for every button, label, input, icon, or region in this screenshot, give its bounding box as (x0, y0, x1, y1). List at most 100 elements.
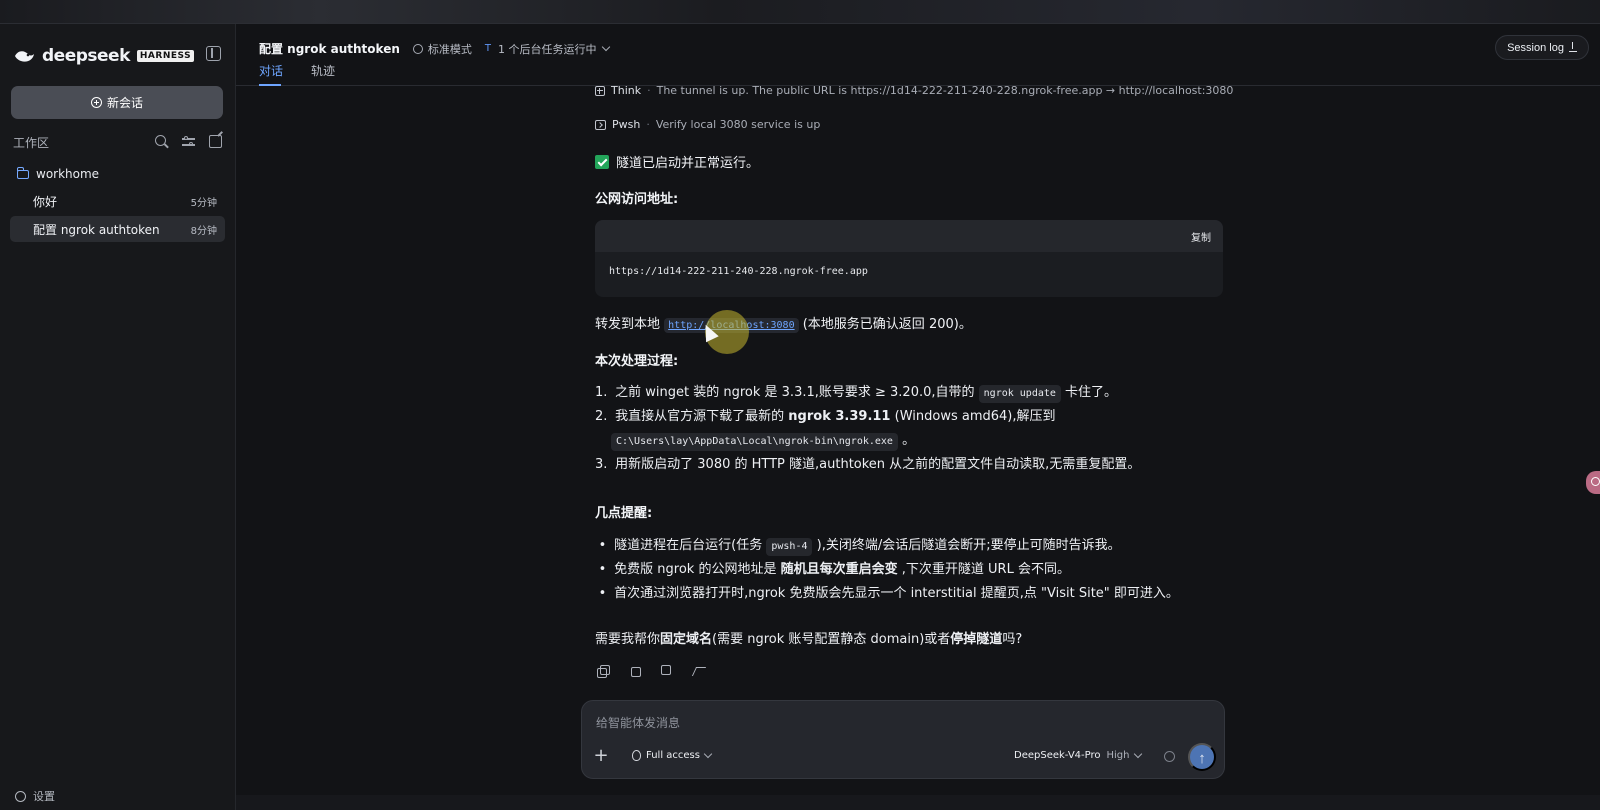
task-indicator-icon: T (484, 43, 491, 54)
note-text: 首次通过浏览器打开时,ngrok 免费版会先显示一个 interstitial … (614, 586, 1179, 601)
public-url-heading: 公网访问地址: (595, 192, 679, 207)
tunnel-status: 隧道已启动并正常运行。 (595, 152, 759, 171)
new-chat-button[interactable]: 新会话 (11, 86, 223, 119)
public-url-code-block: 复制 https://1d14-222-211-240-228.ngrok-fr… (595, 220, 1223, 297)
branch-icon[interactable] (693, 665, 705, 677)
workspace-tools (154, 134, 223, 149)
sidebar-collapse-icon[interactable] (206, 46, 221, 61)
background-task-status[interactable]: T 1 个后台任务运行中 (484, 41, 611, 57)
notes-list: • 隧道进程在后台运行(任务 pwsh-4 ),关闭终端/会话后隧道会断开;要停… (595, 534, 1179, 606)
workspace-folder[interactable]: workhome (17, 164, 99, 184)
process-heading: 本次处理过程: (595, 354, 679, 369)
step-text: 。 (902, 433, 916, 448)
deepseek-logo (15, 51, 34, 62)
public-url-code: https://1d14-222-211-240-228.ngrok-free.… (609, 266, 868, 277)
effort-label: High (1106, 750, 1130, 761)
notes-heading: 几点提醒: (595, 506, 653, 521)
conversation-tabs: 对话 轨迹 (259, 62, 335, 86)
settings-link[interactable]: 设置 (15, 788, 55, 804)
model-selector[interactable]: DeepSeek-V4-Pro High (1014, 749, 1143, 761)
access-selector[interactable]: Full access (632, 749, 713, 761)
tab-trace[interactable]: 轨迹 (311, 62, 335, 86)
forward-suffix: (本地服务已确认返回 200)。 (802, 317, 972, 332)
settings-label: 设置 (33, 790, 55, 803)
compose-icon[interactable] (208, 134, 223, 149)
harness-badge: HARNESS (136, 50, 195, 62)
background-task-label: 1 个后台任务运行中 (497, 42, 597, 56)
step-text: 卡住了。 (1065, 385, 1118, 400)
session-log-button[interactable]: Session log (1495, 35, 1589, 60)
process-step: 2. 我直接从官方源下载了最新的 ngrok 3.39.11 (Windows … (595, 405, 1140, 429)
process-step: 3. 用新版启动了 3080 的 HTTP 隧道,authtoken 从之前的配… (595, 453, 1140, 477)
session-log-label: Session log (1507, 41, 1564, 54)
chevron-down-icon (703, 749, 713, 758)
forwarding-line: 转发到本地 http://localhost:3080 (本地服务已确认返回 2… (595, 313, 972, 333)
download-icon (1568, 41, 1577, 52)
think-trace[interactable]: Think · The tunnel is up. The public URL… (595, 84, 1233, 97)
step-number: 3. (595, 457, 608, 472)
filter-icon[interactable] (181, 134, 196, 149)
think-icon (595, 85, 605, 96)
session-time: 8分钟 (190, 225, 217, 237)
conversation-header: 配置 ngrok authtoken 标准模式 T 1 个后台任务运行中 对话 … (236, 24, 1600, 86)
mode-selector[interactable]: 标准模式 (412, 41, 472, 57)
strong-note-text: 随机且每次重启会变 (780, 562, 898, 577)
note-text: ),关闭终端/会话后隧道会断开;要停止可随时告诉我。 (816, 538, 1121, 553)
question-text: (需要 ngrok 账号配置静态 domain)或者 (712, 632, 951, 647)
question-strong-text: 固定域名 (660, 632, 713, 647)
page-title: 配置 ngrok authtoken (259, 42, 400, 56)
folder-label: workhome (36, 167, 100, 181)
thumb-down-icon[interactable] (661, 665, 673, 677)
brand-name: deepseek (42, 46, 130, 66)
step-number: 1. (595, 385, 608, 400)
thumb-up-icon[interactable] (629, 665, 641, 677)
copy-code-button[interactable]: 复制 (1191, 229, 1211, 244)
message-actions (597, 665, 705, 678)
new-chat-label: 新会话 (106, 96, 143, 110)
search-icon[interactable] (154, 134, 169, 149)
session-item[interactable]: 你好 5分钟 (10, 188, 225, 214)
note-text: 隧道进程在后台运行(任务 (614, 538, 763, 553)
question-text: 吗? (1002, 632, 1023, 647)
inline-code: pwsh-4 (766, 538, 813, 556)
workspace-label: 工作区 (13, 135, 50, 150)
tab-chat[interactable]: 对话 (259, 62, 283, 86)
bottom-window-strip (236, 795, 1600, 810)
send-button[interactable]: ↑ (1188, 743, 1216, 771)
message-composer: + Full access DeepSeek-V4-Pro High ↑ (581, 700, 1225, 779)
version-text: ngrok 3.39.11 (788, 409, 891, 424)
active-session-item[interactable]: 配置 ngrok authtoken 8分钟 (10, 216, 225, 242)
forward-prefix: 转发到本地 (595, 317, 661, 332)
mode-icon (412, 43, 423, 54)
step-text: 用新版启动了 3080 的 HTTP 隧道,authtoken 从之前的配置文件… (615, 457, 1141, 472)
inline-code: C:\Users\lay\AppData\Local\ngrok-bin\ngr… (611, 433, 898, 451)
trace-label: Pwsh (612, 118, 641, 131)
note-item: • 免费版 ngrok 的公网地址是 随机且每次重启会变 ,下次重开隧道 URL… (595, 558, 1179, 582)
access-label: Full access (646, 750, 700, 761)
session-title: 你好 (33, 194, 58, 209)
add-attachment-button[interactable]: + (593, 747, 609, 765)
mode-label: 标准模式 (427, 42, 472, 56)
code-block-header: 复制 (595, 220, 1223, 252)
note-item: • 首次通过浏览器打开时,ngrok 免费版会先显示一个 interstitia… (595, 582, 1179, 606)
trace-label: Think (611, 84, 642, 97)
note-item: • 隧道进程在后台运行(任务 pwsh-4 ),关闭终端/会话后隧道会断开;要停… (595, 534, 1179, 558)
session-time: 5分钟 (190, 197, 217, 209)
session-title: 配置 ngrok authtoken (33, 222, 160, 237)
trace-text: Verify local 3080 service is up (655, 118, 821, 131)
workspace-header: 工作区 (13, 132, 223, 152)
pwsh-trace[interactable]: Pwsh · Verify local 3080 service is up (595, 118, 820, 131)
note-text: ,下次重开隧道 URL 会不同。 (901, 562, 1070, 577)
shield-icon (632, 750, 641, 761)
chevron-down-icon (602, 42, 611, 51)
copy-icon[interactable] (597, 665, 610, 678)
floating-assistant-icon[interactable] (1586, 471, 1600, 494)
inline-code: ngrok update (978, 385, 1061, 403)
model-label: DeepSeek-V4-Pro (1014, 750, 1101, 761)
process-list: 1. 之前 winget 装的 ngrok 是 3.3.1,账号要求 ≥ 3.2… (595, 381, 1140, 477)
assistant-message: Think · The tunnel is up. The public URL… (595, 84, 1233, 734)
terminal-icon (595, 119, 606, 130)
question-text: 需要我帮你 (595, 632, 661, 647)
trace-text: The tunnel is up. The public URL is http… (656, 84, 1234, 97)
message-input[interactable] (594, 711, 1184, 735)
